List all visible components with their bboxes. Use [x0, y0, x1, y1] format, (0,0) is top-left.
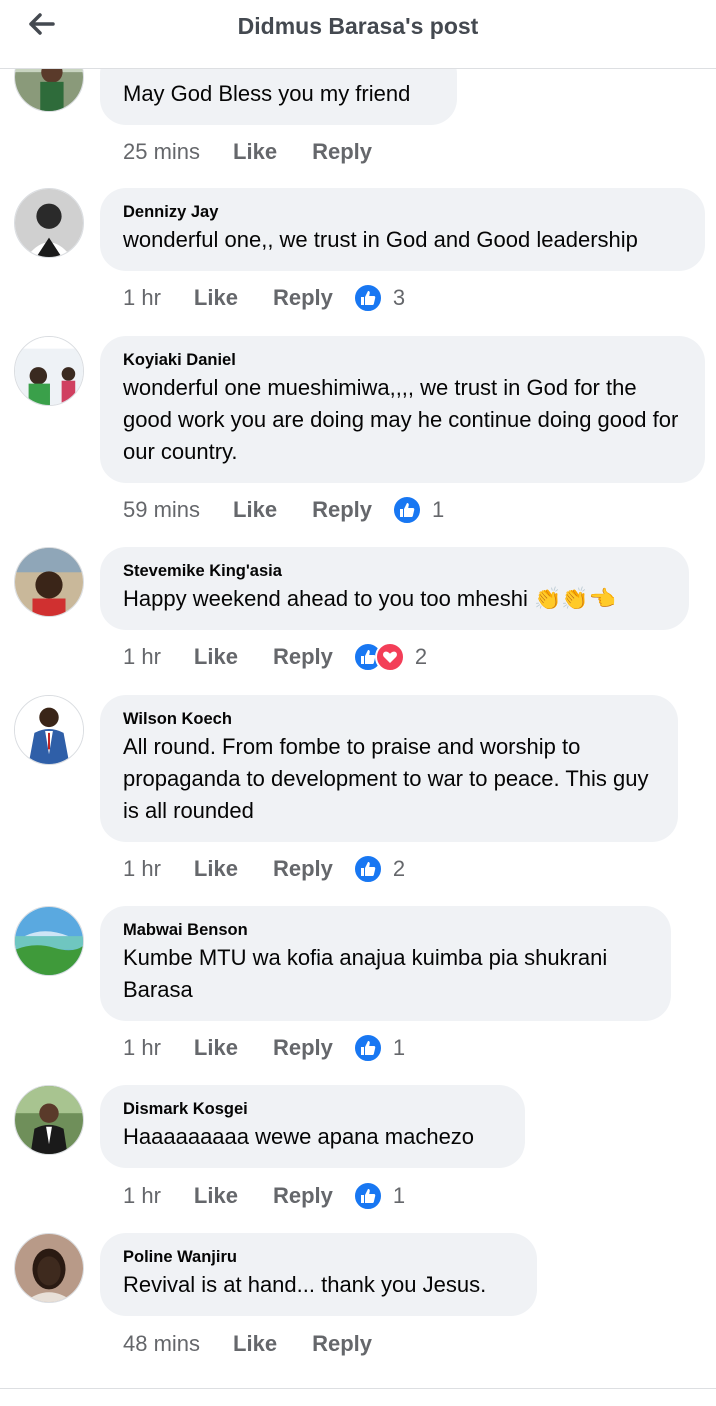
- comment-actions: 1 hr Like Reply 2: [123, 851, 405, 887]
- like-button[interactable]: Like: [194, 644, 238, 670]
- clapping-hands-pointing-emoji: 👏👏👈: [533, 586, 617, 611]
- comment-time: 1 hr: [123, 644, 161, 669]
- like-button[interactable]: Like: [194, 1183, 238, 1209]
- avatar[interactable]: [14, 695, 84, 765]
- comment-text: wonderful one,, we trust in God and Good…: [123, 227, 638, 252]
- comment-text: All round. From fombe to praise and wors…: [123, 734, 649, 823]
- avatar[interactable]: [14, 1085, 84, 1155]
- comment-bubble[interactable]: Mabwai Benson Kumbe MTU wa kofia anajua …: [100, 906, 671, 1021]
- comment-text: Revival is at hand... thank you Jesus.: [123, 1272, 487, 1297]
- reply-button[interactable]: Reply: [273, 1035, 333, 1061]
- avatar[interactable]: [14, 188, 84, 258]
- comment-actions: 1 hr Like Reply 1: [123, 1178, 405, 1214]
- avatar[interactable]: [14, 1233, 84, 1303]
- like-button[interactable]: Like: [233, 1331, 277, 1357]
- comment-text-body: Happy weekend ahead to you too mheshi: [123, 586, 528, 611]
- reply-button[interactable]: Reply: [273, 856, 333, 882]
- comment-author[interactable]: Mabwai Benson: [123, 918, 649, 942]
- like-button[interactable]: Like: [194, 856, 238, 882]
- comment-actions: 1 hr Like Reply 3: [123, 280, 405, 316]
- like-button[interactable]: Like: [233, 497, 277, 523]
- reactions-summary[interactable]: 3: [352, 283, 406, 313]
- comment-text: wonderful one mueshimiwa,,,, we trust in…: [123, 375, 679, 464]
- like-reaction-icon: [352, 1181, 383, 1211]
- comment-actions: 1 hr Like Reply 2: [123, 639, 427, 675]
- reaction-count: 2: [392, 856, 406, 881]
- comment-bubble[interactable]: Dismark Kosgei Haaaaaaaaa wewe apana mac…: [100, 1085, 525, 1168]
- comment-time: 1 hr: [123, 1035, 161, 1060]
- comment-bubble[interactable]: Dennizy Jay wonderful one,, we trust in …: [100, 188, 705, 271]
- like-reaction-icon: [352, 283, 383, 313]
- comment-time: 1 hr: [123, 285, 161, 310]
- reaction-count: 2: [414, 644, 428, 669]
- comment-author[interactable]: Dismark Kosgei: [123, 1097, 503, 1121]
- like-button[interactable]: Like: [194, 285, 238, 311]
- avatar[interactable]: [14, 906, 84, 976]
- reaction-count: 1: [392, 1183, 406, 1208]
- comment-author[interactable]: Koyiaki Daniel: [123, 348, 683, 372]
- avatar[interactable]: [14, 547, 84, 617]
- love-reaction-icon: [374, 642, 405, 672]
- reaction-count: 1: [392, 1035, 406, 1060]
- comment-bubble[interactable]: Wilson Koech All round. From fombe to pr…: [100, 695, 678, 842]
- like-button[interactable]: Like: [233, 139, 277, 165]
- like-reaction-icon: [352, 854, 383, 884]
- like-reaction-icon: [352, 1033, 383, 1063]
- comment-time: 48 mins: [123, 1331, 201, 1356]
- reply-button[interactable]: Reply: [312, 497, 372, 523]
- comment-author[interactable]: Stevemike King'asia: [123, 559, 667, 583]
- comment-actions: 25 mins Like Reply: [123, 134, 372, 170]
- reply-button[interactable]: Reply: [273, 285, 333, 311]
- like-button[interactable]: Like: [194, 1035, 238, 1061]
- reply-button[interactable]: Reply: [273, 1183, 333, 1209]
- comment-author[interactable]: Dennizy Jay: [123, 200, 683, 224]
- comment-composer-edge: [0, 1388, 716, 1406]
- comment-author[interactable]: Poline Wanjiru: [123, 1245, 515, 1269]
- comment-author[interactable]: Wilson Koech: [123, 707, 656, 731]
- like-reaction-icon: [392, 495, 422, 525]
- comment-bubble[interactable]: Stevemike King'asia Happy weekend ahead …: [100, 547, 689, 630]
- post-header: Didmus Barasa's post: [0, 0, 716, 69]
- comment-time: 59 mins: [123, 497, 201, 522]
- comment-text: Kumbe MTU wa kofia anajua kuimba pia shu…: [123, 945, 608, 1002]
- reactions-summary[interactable]: 1: [352, 1181, 406, 1211]
- comment-time: 25 mins: [123, 139, 201, 164]
- reaction-count: 1: [432, 497, 445, 522]
- comment-text: Haaaaaaaaa wewe apana machezo: [123, 1124, 475, 1149]
- reactions-summary[interactable]: 1: [392, 495, 444, 525]
- comment-bubble[interactable]: Poline Wanjiru Revival is at hand... tha…: [100, 1233, 537, 1316]
- reactions-summary[interactable]: 1: [352, 1033, 406, 1063]
- comment-actions: 59 mins Like Reply 1: [123, 492, 444, 528]
- avatar[interactable]: [14, 336, 84, 406]
- page-title: Didmus Barasa's post: [237, 13, 479, 39]
- comment-text: Happy weekend ahead to you too mheshi 👏👏…: [123, 583, 667, 615]
- comment-actions: 48 mins Like Reply: [123, 1326, 372, 1362]
- reply-button[interactable]: Reply: [273, 644, 333, 670]
- comment-time: 1 hr: [123, 856, 161, 881]
- comment-time: 1 hr: [123, 1183, 161, 1208]
- reactions-summary[interactable]: 2: [352, 854, 406, 884]
- reactions-summary[interactable]: 2: [352, 642, 428, 672]
- reply-button[interactable]: Reply: [312, 1331, 372, 1357]
- reaction-count: 3: [392, 285, 406, 310]
- comment-actions: 1 hr Like Reply 1: [123, 1030, 405, 1066]
- reply-button[interactable]: Reply: [312, 139, 372, 165]
- comment-bubble[interactable]: Koyiaki Daniel wonderful one mueshimiwa,…: [100, 336, 705, 483]
- comment-text: May God Bless you my friend: [123, 81, 411, 106]
